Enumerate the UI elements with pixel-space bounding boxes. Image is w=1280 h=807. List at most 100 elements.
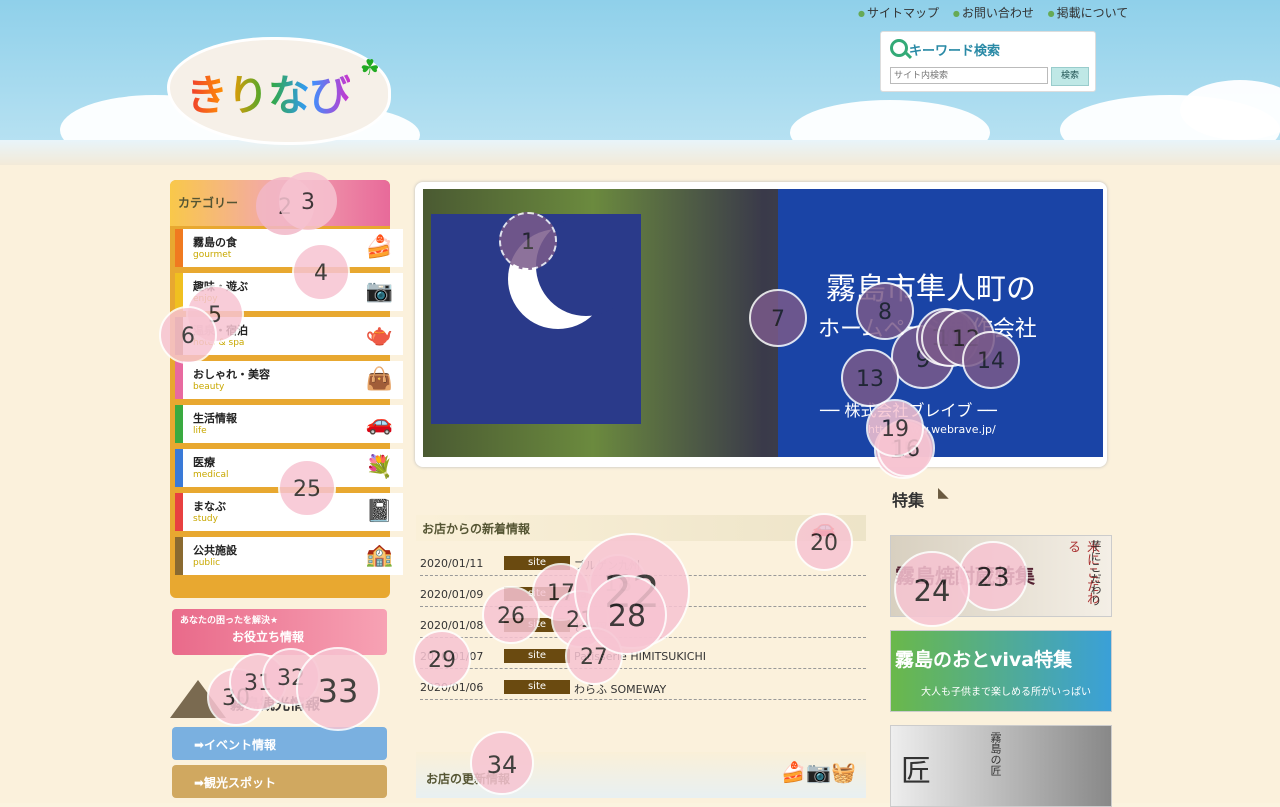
category-sub: gourmet [193, 250, 232, 260]
category-color-bar [175, 449, 183, 487]
help-banner-sub: あなたの困ったを解決★ [180, 616, 279, 626]
category-item-gourmet[interactable]: 霧島の食 gourmet 🍰 [175, 229, 403, 267]
news-row[interactable]: 2020/01/11 site ブルゲン九州 [420, 553, 866, 576]
category-title: カテゴリー [178, 196, 239, 210]
news-row[interactable]: 2020/01/08 site ども園 [420, 615, 866, 638]
category-color-bar [175, 493, 183, 531]
category-color-bar [175, 537, 183, 575]
logo-text: きりなび [186, 62, 351, 123]
clover-icon: ☘ [360, 56, 380, 81]
cake-camera-basket-icon: 🍰📷🧺 [781, 760, 856, 784]
category-header: カテゴリー [170, 180, 390, 226]
banner-text: 霧島の匠 [989, 732, 1002, 776]
category-sub: life [193, 426, 207, 436]
category-label: 医療 [193, 456, 215, 469]
news-title: お店からの新着情報 [422, 522, 531, 536]
category-label: おしゃれ・美容 [193, 368, 270, 381]
hero-company: ── 株式会社ブレイブ ── [820, 401, 997, 420]
category-color-bar [175, 405, 183, 443]
top-links: サイトマップ お問い合わせ 掲載について [858, 4, 1138, 21]
banner-title: 霧島のおとviva特集 [895, 649, 1073, 671]
feature-title: 特集 [892, 491, 925, 510]
news-date: 2020/01/09 [420, 588, 484, 601]
help-banner-title: お役立ち情報 [232, 630, 305, 644]
news-header: お店からの新着情報 🚗 [416, 515, 866, 541]
search-input[interactable] [890, 67, 1048, 84]
category-sub: medical [193, 470, 229, 480]
search-title: キーワード検索 [909, 44, 1001, 59]
hero-subtitle: ホームページ制作会社 [818, 317, 1037, 342]
cloud-band [0, 140, 1280, 166]
category-item-life[interactable]: 生活情報 life 🚗 [175, 405, 403, 443]
category-label: 温泉・宿泊 [193, 324, 248, 337]
help-info-banner[interactable]: あなたの困ったを解決★ お役立ち情報 [172, 609, 387, 655]
news-title-link[interactable]: わらふ SOMEWAY [574, 681, 666, 697]
camera-icon: 📷 [365, 279, 393, 304]
category-sidebar: カテゴリー 霧島の食 gourmet 🍰 趣味・遊ぶ enjoy 📷 温泉・宿泊… [170, 180, 403, 598]
sitemap-link[interactable]: サイトマップ [858, 6, 939, 20]
shop-update-title: お店の更新情報 [426, 772, 511, 786]
hero-banner[interactable]: 霧島市隼人町の ホームページ制作会社 ── 株式会社ブレイブ ── http:/… [415, 182, 1107, 467]
notebook-icon: 📓 [365, 499, 393, 524]
category-color-bar [175, 273, 183, 311]
news-date: 2020/01/07 [420, 650, 484, 663]
banner-title: 霧島焼酎蔵特集 [895, 564, 1035, 588]
hero-text-panel: 霧島市隼人町の ホームページ制作会社 ── 株式会社ブレイブ ── http:/… [778, 189, 1103, 457]
category-sub: hotel & spa [193, 338, 245, 348]
flower-icon: 💐 [365, 455, 393, 480]
news-tag: site [504, 587, 570, 601]
hero-title: 霧島市隼人町の [826, 272, 1036, 307]
news-row[interactable]: 2020/01/06 site わらふ SOMEWAY [420, 677, 866, 700]
sightseeing-spot-label: ➡観光スポット [194, 776, 277, 790]
news-title-link[interactable]: Patisserie HIMITSUKICHI [574, 650, 706, 663]
news-date: 2020/01/06 [420, 681, 484, 694]
moon-shadow [536, 216, 636, 316]
category-color-bar [175, 361, 183, 399]
category-label: 霧島の食 [193, 236, 237, 249]
kirishima-viva-banner[interactable]: 霧島のおとviva特集 大人も子供まで楽しめる所がいっぱい [890, 630, 1112, 712]
news-title-link[interactable]: ブルゲン九州 [574, 557, 640, 573]
search-box: キーワード検索 検索 [880, 31, 1096, 92]
kanko-info-title: 霧島観光情報 [230, 695, 321, 713]
takumi-banner[interactable]: 匠 霧島の匠 [890, 725, 1112, 807]
search-button[interactable]: 検索 [1051, 67, 1089, 86]
category-item-enjoy[interactable]: 趣味・遊ぶ enjoy 📷 [175, 273, 403, 311]
category-color-bar [175, 229, 183, 267]
event-info-button[interactable]: ➡イベント情報 [172, 727, 387, 760]
category-item-hotel[interactable]: 温泉・宿泊 hotel & spa 🫖 [175, 317, 403, 355]
listing-info-link[interactable]: 掲載について [1048, 6, 1129, 20]
news-tag: site [504, 680, 570, 694]
banner-title: 匠 [901, 754, 931, 789]
banner-text: 大人も子供まで楽しめる所がいっぱい [921, 687, 1091, 698]
news-title-link[interactable]: ども園 [574, 619, 607, 635]
category-sub: enjoy [193, 294, 218, 304]
news-row[interactable]: 2020/01/09 site Pa [420, 584, 866, 607]
category-item-beauty[interactable]: おしゃれ・美容 beauty 👜 [175, 361, 403, 399]
category-item-medical[interactable]: 医療 medical 💐 [175, 449, 403, 487]
category-label: 生活情報 [193, 412, 237, 425]
category-label: まなぶ [193, 500, 226, 513]
hero-image: 霧島市隼人町の ホームページ制作会社 ── 株式会社ブレイブ ── http:/… [423, 189, 1103, 457]
bag-icon: 👜 [365, 367, 393, 392]
sightseeing-spot-button[interactable]: ➡観光スポット [172, 765, 387, 798]
category-sub: beauty [193, 382, 225, 392]
car-icon: 🚗 [365, 411, 393, 436]
news-title-link[interactable]: Pa [574, 588, 587, 601]
category-item-public[interactable]: 公共施設 public 🏫 [175, 537, 403, 575]
news-row[interactable]: 2020/01/07 site Patisserie HIMITSUKICHI [420, 646, 866, 669]
arrow-icon: ◣ [938, 485, 949, 501]
contact-link[interactable]: お問い合わせ [953, 6, 1034, 20]
mountain-icon [170, 680, 226, 718]
news-tag: site [504, 618, 570, 632]
car-icon: 🚗 [811, 515, 836, 539]
category-color-bar [175, 317, 183, 355]
category-sub: study [193, 514, 218, 524]
category-item-study[interactable]: まなぶ study 📓 [175, 493, 403, 531]
event-info-label: ➡イベント情報 [194, 738, 277, 752]
building-icon: 🏫 [365, 543, 393, 568]
teapot-icon: 🫖 [365, 323, 393, 348]
shochu-feature-banner[interactable]: 霧島焼酎蔵特集 米にこだわる 芋にこだわり [890, 535, 1112, 617]
category-label: 趣味・遊ぶ [193, 280, 248, 293]
magnifier-icon [890, 39, 908, 57]
banner-text: 芋にこだわり [1089, 540, 1102, 606]
